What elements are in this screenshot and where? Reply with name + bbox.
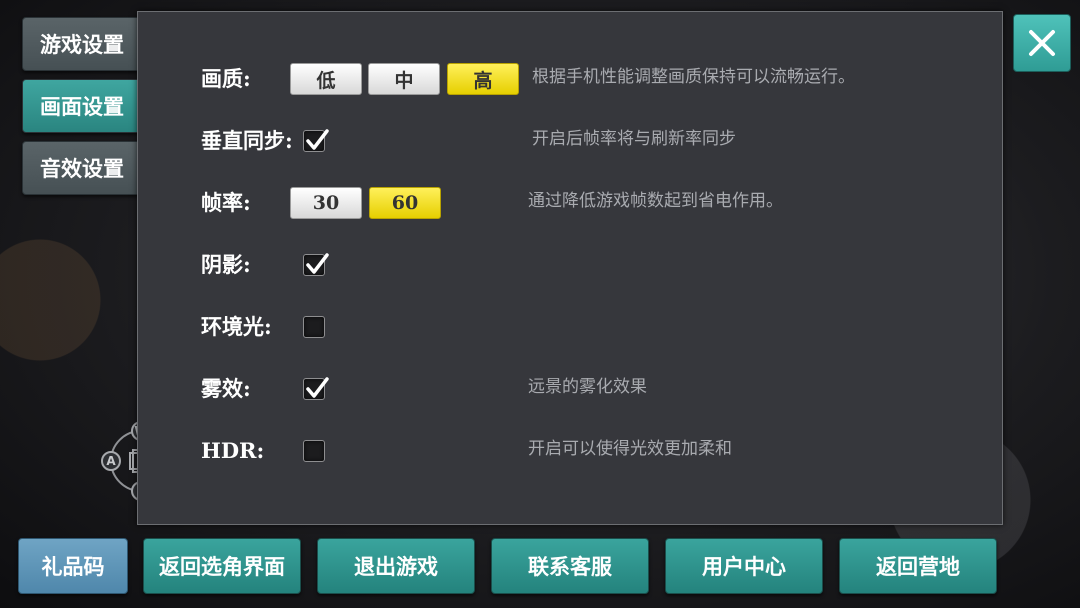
close-icon: [1029, 30, 1055, 56]
gift-code-button[interactable]: 礼品码: [18, 538, 128, 594]
return-camp-button[interactable]: 返回营地: [839, 538, 997, 594]
shadow-checkbox[interactable]: [303, 253, 329, 276]
framerate-label: 帧率:: [201, 190, 251, 215]
tab-game-settings[interactable]: 游戏设置: [22, 17, 142, 71]
key-a[interactable]: A: [101, 451, 121, 471]
return-character-select-button[interactable]: 返回选角界面: [143, 538, 301, 594]
display-settings-panel: 画质: 低 中 高 根据手机性能调整画质保持可以流畅运行。 垂直同步: 开启后帧…: [137, 11, 1003, 525]
hdr-checkbox[interactable]: [303, 440, 325, 462]
framerate-option-60[interactable]: 60: [369, 187, 441, 219]
quality-option-medium[interactable]: 中: [368, 63, 440, 95]
tab-display-settings[interactable]: 画面设置: [22, 79, 142, 133]
checkmark-icon: [306, 377, 329, 398]
shadow-label: 阴影:: [201, 252, 251, 277]
return-camp-label: 返回营地: [876, 554, 960, 579]
tab-display-settings-label: 画面设置: [40, 94, 124, 119]
gift-code-label: 礼品码: [41, 554, 105, 579]
vsync-description: 开启后帧率将与刷新率同步: [532, 129, 736, 149]
user-center-label: 用户中心: [702, 554, 786, 579]
contact-support-button[interactable]: 联系客服: [491, 538, 649, 594]
contact-support-label: 联系客服: [528, 554, 612, 579]
hdr-description: 开启可以使得光效更加柔和: [528, 439, 732, 459]
fog-checkbox[interactable]: [303, 377, 329, 400]
checkmark-icon: [306, 129, 329, 150]
quality-option-low[interactable]: 低: [290, 63, 362, 95]
checkmark-icon: [306, 253, 329, 274]
user-center-button[interactable]: 用户中心: [665, 538, 823, 594]
fog-label: 雾效:: [201, 376, 251, 401]
fog-description: 远景的雾化效果: [528, 377, 647, 397]
framerate-description: 通过降低游戏帧数起到省电作用。: [528, 191, 783, 211]
tab-audio-settings[interactable]: 音效设置: [22, 141, 142, 195]
tab-audio-settings-label: 音效设置: [40, 156, 124, 181]
vsync-checkbox[interactable]: [303, 129, 329, 152]
ambient-light-checkbox[interactable]: [303, 316, 325, 338]
exit-game-button[interactable]: 退出游戏: [317, 538, 475, 594]
framerate-option-30[interactable]: 30: [290, 187, 362, 219]
quality-description: 根据手机性能调整画质保持可以流畅运行。: [532, 67, 855, 87]
exit-game-label: 退出游戏: [354, 554, 438, 579]
return-character-select-label: 返回选角界面: [159, 554, 285, 579]
quality-option-high[interactable]: 高: [447, 63, 519, 95]
tab-game-settings-label: 游戏设置: [40, 32, 124, 57]
hdr-label: HDR:: [201, 438, 265, 463]
vsync-label: 垂直同步:: [201, 128, 293, 153]
quality-label: 画质:: [201, 66, 251, 91]
close-button[interactable]: [1013, 14, 1071, 72]
ambient-light-label: 环境光:: [201, 314, 272, 339]
